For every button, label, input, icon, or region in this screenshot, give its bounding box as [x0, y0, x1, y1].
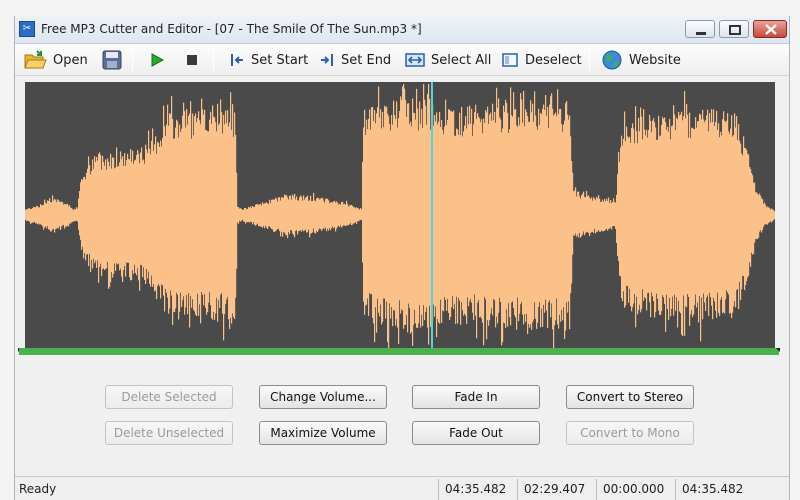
website-button[interactable]: Website	[601, 48, 681, 72]
restore-icon	[729, 25, 741, 35]
convert-to-stereo-button[interactable]: Convert to Stereo	[566, 385, 694, 409]
close-icon	[765, 24, 777, 35]
window-title: Free MP3 Cutter and Editor - [07 - The S…	[41, 22, 422, 36]
stop-icon	[187, 55, 197, 65]
set-end-label: Set End	[341, 52, 392, 68]
close-button[interactable]	[753, 20, 787, 38]
set-start-button[interactable]: Set Start	[229, 48, 308, 72]
status-separator	[517, 479, 518, 500]
selection-end-time: 04:35.482	[682, 482, 744, 496]
change-volume-button[interactable]: Change Volume...	[259, 385, 387, 409]
delete-selected-button[interactable]: Delete Selected	[105, 385, 233, 409]
set-start-icon	[231, 54, 243, 66]
toolbar-separator	[132, 48, 133, 72]
waveform-view[interactable]	[25, 82, 775, 354]
set-start-label: Set Start	[251, 52, 309, 68]
total-duration: 04:35.482	[445, 482, 507, 496]
set-end-icon	[321, 54, 333, 66]
status-separator	[438, 479, 439, 500]
delete-unselected-button[interactable]: Delete Unselected	[105, 421, 233, 445]
status-bar: Ready 04:35.482 02:29.407 00:00.000 04:3…	[15, 476, 789, 500]
title-bar[interactable]: ✂ Free MP3 Cutter and Editor - [07 - The…	[15, 16, 789, 44]
minimize-button[interactable]	[685, 20, 715, 38]
status-separator	[596, 479, 597, 500]
selection-end-marker[interactable]	[776, 348, 780, 352]
open-button[interactable]: Open	[23, 48, 88, 72]
play-icon	[151, 53, 165, 67]
toolbar-separator	[213, 48, 214, 72]
selection-start-time: 00:00.000	[603, 482, 665, 496]
maximize-volume-button[interactable]: Maximize Volume	[259, 421, 387, 445]
screen-background: ✂ Free MP3 Cutter and Editor - [07 - The…	[0, 0, 800, 500]
open-folder-icon	[24, 50, 47, 69]
select-all-button[interactable]: Select All	[405, 48, 491, 72]
waveform-shape	[25, 84, 775, 349]
minimize-icon	[696, 32, 706, 35]
select-all-icon	[405, 53, 425, 67]
globe-icon	[602, 50, 622, 70]
maximize-button[interactable]	[719, 20, 749, 38]
fade-out-button[interactable]: Fade Out	[412, 421, 540, 445]
toolbar-separator	[589, 48, 590, 72]
selection-timeline-bar[interactable]	[19, 348, 779, 355]
status-text: Ready	[19, 482, 57, 496]
stop-button[interactable]	[183, 48, 201, 72]
set-end-button[interactable]: Set End	[319, 48, 391, 72]
cursor-position: 02:29.407	[524, 482, 586, 496]
toolbar: Open Set Start Set End Select All Desele…	[15, 44, 789, 76]
deselect-button[interactable]: Deselect	[501, 48, 582, 72]
save-disk-icon	[102, 50, 122, 70]
app-icon: ✂	[19, 21, 35, 37]
save-button[interactable]	[101, 48, 123, 72]
select-all-label: Select All	[431, 52, 492, 68]
website-label: Website	[629, 52, 681, 68]
deselect-label: Deselect	[525, 52, 582, 68]
play-button[interactable]	[148, 48, 166, 72]
app-window: ✂ Free MP3 Cutter and Editor - [07 - The…	[14, 16, 790, 500]
fade-in-button[interactable]: Fade In	[412, 385, 540, 409]
waveform-canvas[interactable]	[25, 82, 775, 354]
convert-to-mono-button[interactable]: Convert to Mono	[566, 421, 694, 445]
deselect-icon	[502, 53, 518, 67]
playback-cursor[interactable]	[431, 82, 433, 354]
status-separator	[675, 479, 676, 500]
open-label: Open	[53, 52, 88, 68]
